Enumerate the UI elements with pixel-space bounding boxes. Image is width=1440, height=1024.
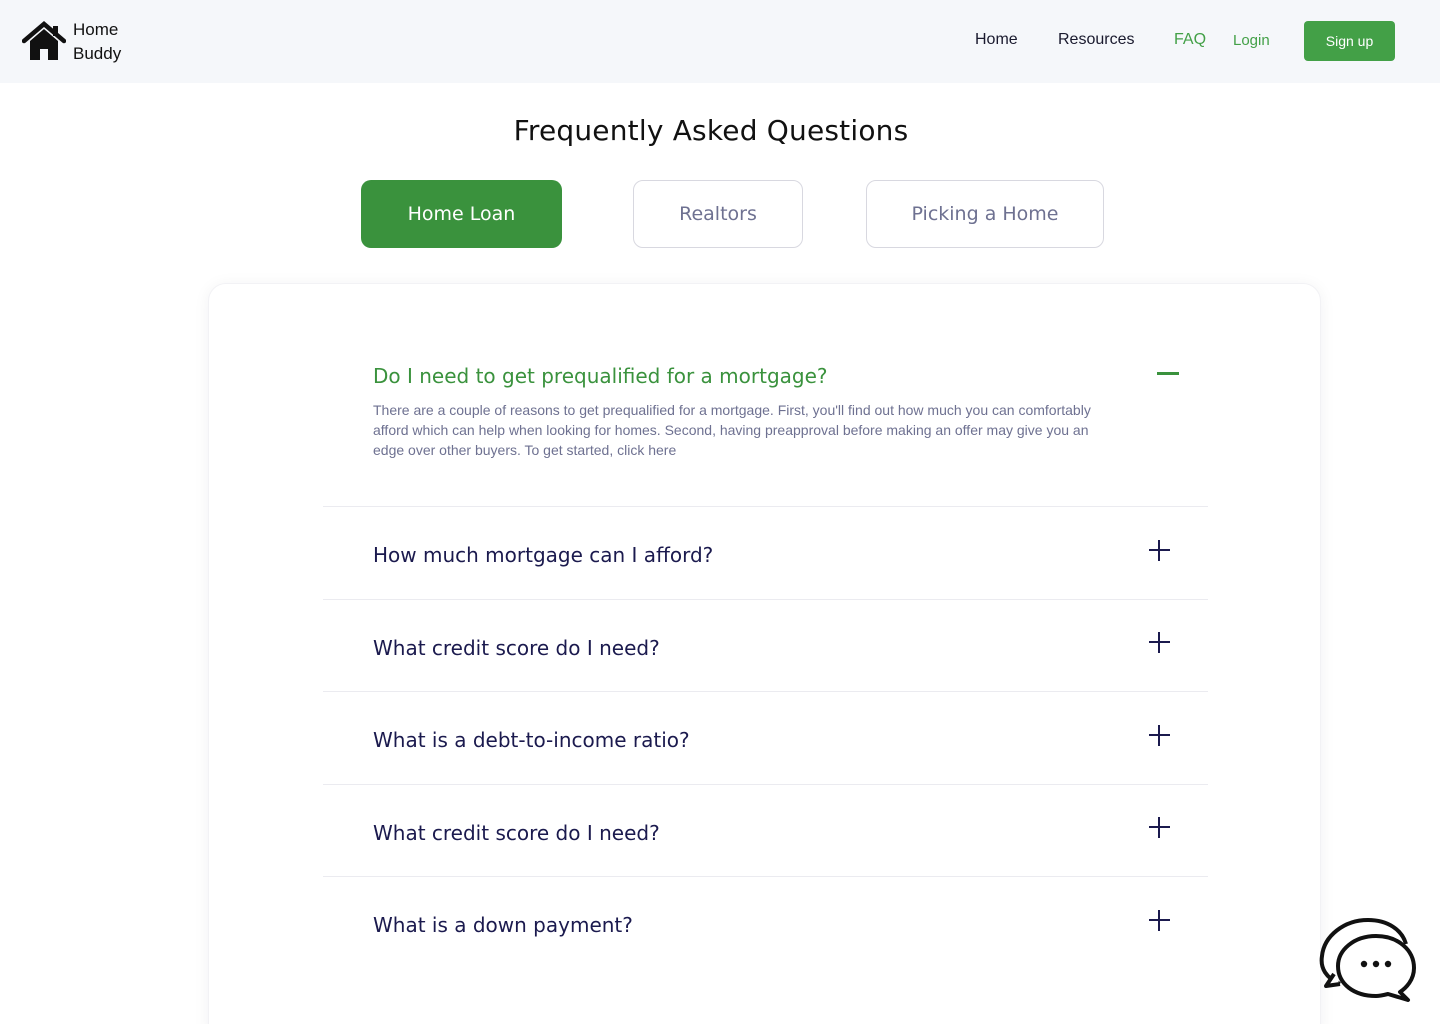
faq-question-5[interactable]: What is a down payment?	[373, 913, 633, 937]
plus-icon[interactable]	[1149, 540, 1170, 561]
faq-question-2[interactable]: What credit score do I need?	[373, 636, 660, 660]
brand-name-line2: Buddy	[73, 44, 122, 63]
brand-name-line1: Home	[73, 20, 119, 39]
minus-icon[interactable]	[1157, 372, 1179, 375]
tab-picking-a-home[interactable]: Picking a Home	[866, 180, 1104, 248]
faq-open-answer: There are a couple of reasons to get pre…	[373, 402, 1091, 458]
faq-divider	[323, 691, 1208, 692]
brand-logo[interactable]: Home Buddy	[22, 18, 121, 66]
faq-divider	[323, 784, 1208, 785]
tab-home-loan[interactable]: Home Loan	[361, 180, 562, 248]
page-title: Frequently Asked Questions	[513, 114, 909, 147]
chat-bubbles-icon[interactable]	[1318, 914, 1418, 1004]
plus-icon[interactable]	[1149, 632, 1170, 653]
faq-question-4[interactable]: What credit score do I need?	[373, 821, 660, 845]
tab-realtors[interactable]: Realtors	[633, 180, 803, 248]
plus-icon[interactable]	[1149, 910, 1170, 931]
house-icon	[22, 21, 66, 60]
faq-divider	[323, 599, 1208, 600]
plus-icon[interactable]	[1149, 817, 1170, 838]
faq-divider	[323, 876, 1208, 877]
faq-question-1[interactable]: How much mortgage can I afford?	[373, 543, 713, 567]
plus-icon[interactable]	[1149, 725, 1170, 746]
signup-button[interactable]: Sign up	[1304, 21, 1395, 61]
faq-question-3[interactable]: What is a debt-to-income ratio?	[373, 728, 690, 752]
nav-login[interactable]: Login	[1233, 32, 1270, 49]
nav-home[interactable]: Home	[975, 31, 1018, 49]
nav-faq[interactable]: FAQ	[1174, 31, 1206, 49]
header: Home Buddy Home Resources FAQ Login Sign…	[0, 0, 1440, 83]
nav-resources[interactable]: Resources	[1058, 31, 1134, 49]
brand-name: Home Buddy	[73, 18, 121, 66]
faq-open-question[interactable]: Do I need to get prequalified for a mort…	[373, 364, 828, 388]
faq-divider	[323, 506, 1208, 507]
